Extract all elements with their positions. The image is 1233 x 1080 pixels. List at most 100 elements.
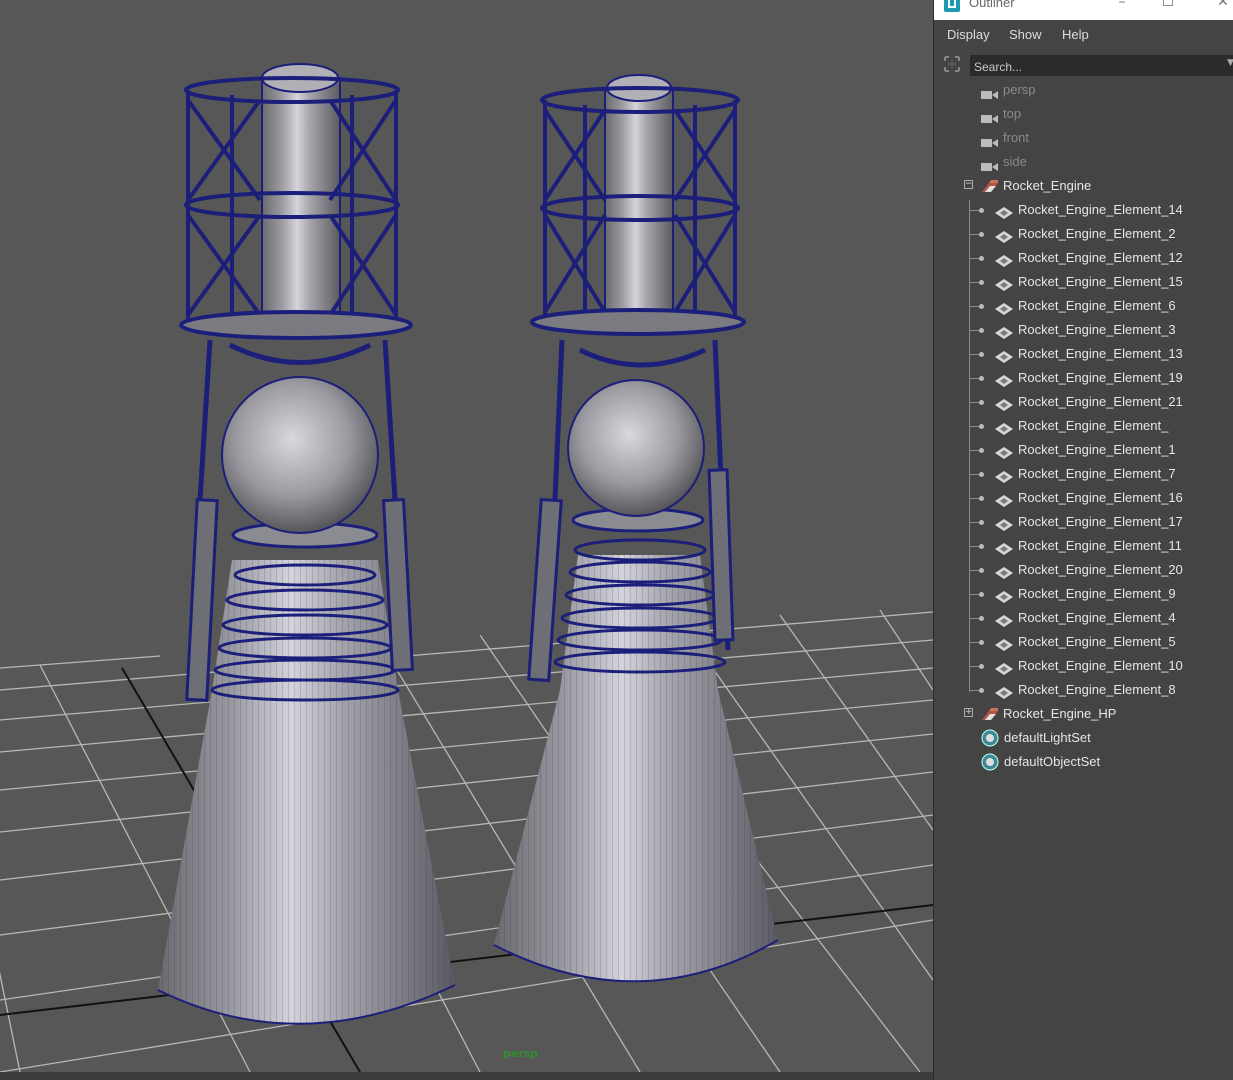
window-title: Outliner bbox=[969, 0, 1015, 10]
outliner-item-label: Rocket_Engine_Element_17 bbox=[1018, 514, 1183, 529]
search-row: ▼ bbox=[934, 50, 1233, 80]
tree-connector bbox=[969, 474, 979, 475]
viewport-scene[interactable] bbox=[0, 0, 933, 1080]
outliner-item-label: Rocket_Engine_Element_2 bbox=[1018, 226, 1176, 241]
node-dot-icon bbox=[979, 400, 984, 405]
outliner-item-mesh[interactable]: Rocket_Engine_Element_11 bbox=[934, 534, 1233, 558]
outliner-item-mesh[interactable]: Rocket_Engine_Element_7 bbox=[934, 462, 1233, 486]
menu-show[interactable]: Show bbox=[1009, 27, 1042, 42]
mesh-icon bbox=[995, 516, 1013, 531]
node-dot-icon bbox=[979, 688, 984, 693]
mesh-icon bbox=[995, 588, 1013, 603]
minimize-icon[interactable]: – bbox=[1112, 0, 1132, 14]
menu-help[interactable]: Help bbox=[1062, 27, 1089, 42]
outliner-item-mesh[interactable]: Rocket_Engine_Element_17 bbox=[934, 510, 1233, 534]
outliner-item-mesh[interactable]: Rocket_Engine_Element_16 bbox=[934, 486, 1233, 510]
tree-connector bbox=[969, 666, 979, 667]
outliner-item-mesh[interactable]: Rocket_Engine_Element_5 bbox=[934, 630, 1233, 654]
ground-grid bbox=[0, 609, 933, 1073]
outliner-item-mesh[interactable]: Rocket_Engine_Element_ bbox=[934, 414, 1233, 438]
tree-connector bbox=[969, 210, 979, 211]
object-set-icon bbox=[981, 729, 999, 747]
mesh-icon bbox=[995, 684, 1013, 699]
outliner-item-label: Rocket_Engine_Element_7 bbox=[1018, 466, 1176, 481]
outliner-panel: Outliner – ☐ ✕ Display Show Help ▼ persp… bbox=[933, 0, 1233, 1080]
outliner-item-mesh[interactable]: Rocket_Engine_Element_12 bbox=[934, 246, 1233, 270]
outliner-item-mesh[interactable]: Rocket_Engine_Element_8 bbox=[934, 678, 1233, 702]
outliner-item-camera-front[interactable]: front bbox=[934, 126, 1233, 150]
outliner-item-group-hp[interactable]: + Rocket_Engine_HP bbox=[934, 702, 1233, 726]
outliner-item-mesh[interactable]: Rocket_Engine_Element_3 bbox=[934, 318, 1233, 342]
outliner-item-set[interactable]: defaultLightSet bbox=[934, 726, 1233, 750]
tree-connector bbox=[969, 330, 979, 331]
outliner-item-label: defaultObjectSet bbox=[1004, 754, 1101, 769]
outliner-item-mesh[interactable]: Rocket_Engine_Element_6 bbox=[934, 294, 1233, 318]
tree-connector bbox=[969, 642, 979, 643]
mesh-icon bbox=[995, 348, 1013, 363]
filter-icon[interactable] bbox=[943, 55, 961, 73]
outliner-item-label: Rocket_Engine_Element_8 bbox=[1018, 682, 1176, 697]
mesh-icon bbox=[995, 420, 1013, 435]
outliner-item-mesh[interactable]: Rocket_Engine_Element_1 bbox=[934, 438, 1233, 462]
mesh-icon bbox=[995, 300, 1013, 315]
outliner-item-mesh[interactable]: Rocket_Engine_Element_21 bbox=[934, 390, 1233, 414]
rocket-engine-left bbox=[157, 63, 456, 1025]
outliner-item-label: Rocket_Engine_Element_10 bbox=[1018, 658, 1183, 673]
node-dot-icon bbox=[979, 352, 984, 357]
mesh-icon bbox=[995, 252, 1013, 267]
tree-connector bbox=[969, 282, 979, 283]
mesh-icon bbox=[995, 444, 1013, 459]
menu-bar: Display Show Help bbox=[934, 20, 1233, 50]
perspective-viewport[interactable]: persp bbox=[0, 0, 933, 1080]
outliner-item-mesh[interactable]: Rocket_Engine_Element_15 bbox=[934, 270, 1233, 294]
camera-label: persp bbox=[503, 1047, 539, 1060]
tree-connector bbox=[969, 522, 979, 523]
tree-connector bbox=[969, 690, 979, 691]
outliner-item-set[interactable]: defaultObjectSet bbox=[934, 750, 1233, 774]
outliner-item-mesh[interactable]: Rocket_Engine_Element_14 bbox=[934, 198, 1233, 222]
expand-icon[interactable]: + bbox=[964, 708, 973, 717]
outliner-item-mesh[interactable]: Rocket_Engine_Element_13 bbox=[934, 342, 1233, 366]
camera-icon bbox=[981, 85, 999, 99]
outliner-item-camera-persp[interactable]: persp bbox=[934, 78, 1233, 102]
outliner-item-mesh[interactable]: Rocket_Engine_Element_10 bbox=[934, 654, 1233, 678]
outliner-item-label: Rocket_Engine_Element_12 bbox=[1018, 250, 1183, 265]
outliner-item-camera-side[interactable]: side bbox=[934, 150, 1233, 174]
outliner-item-mesh[interactable]: Rocket_Engine_Element_19 bbox=[934, 366, 1233, 390]
tree-connector bbox=[969, 498, 979, 499]
tree-connector bbox=[969, 354, 979, 355]
node-dot-icon bbox=[979, 544, 984, 549]
outliner-item-label: side bbox=[1003, 154, 1027, 169]
mesh-icon bbox=[995, 372, 1013, 387]
tree-connector bbox=[969, 618, 979, 619]
node-dot-icon bbox=[979, 376, 984, 381]
tree-connector bbox=[969, 570, 979, 571]
outliner-item-mesh[interactable]: Rocket_Engine_Element_4 bbox=[934, 606, 1233, 630]
outliner-item-label: Rocket_Engine_Element_15 bbox=[1018, 274, 1183, 289]
mesh-icon bbox=[995, 660, 1013, 675]
outliner-item-mesh[interactable]: Rocket_Engine_Element_20 bbox=[934, 558, 1233, 582]
close-icon[interactable]: ✕ bbox=[1213, 0, 1233, 14]
node-dot-icon bbox=[979, 664, 984, 669]
outliner-item-label: defaultLightSet bbox=[1004, 730, 1091, 745]
outliner-item-mesh[interactable]: Rocket_Engine_Element_9 bbox=[934, 582, 1233, 606]
outliner-titlebar[interactable]: Outliner – ☐ ✕ bbox=[934, 0, 1233, 20]
outliner-item-mesh[interactable]: Rocket_Engine_Element_2 bbox=[934, 222, 1233, 246]
outliner-item-camera-top[interactable]: top bbox=[934, 102, 1233, 126]
maximize-icon[interactable]: ☐ bbox=[1158, 0, 1178, 14]
outliner-item-label: Rocket_Engine_Element_5 bbox=[1018, 634, 1176, 649]
node-dot-icon bbox=[979, 520, 984, 525]
outliner-item-group[interactable]: − Rocket_Engine bbox=[934, 174, 1233, 198]
mesh-icon bbox=[995, 540, 1013, 555]
node-dot-icon bbox=[979, 496, 984, 501]
outliner-item-label: Rocket_Engine_HP bbox=[1003, 706, 1117, 721]
search-dropdown-icon[interactable]: ▼ bbox=[1227, 58, 1233, 68]
rocket-engine-right bbox=[493, 74, 779, 983]
menu-display[interactable]: Display bbox=[947, 27, 990, 42]
outliner-item-label: Rocket_Engine_Element_3 bbox=[1018, 322, 1176, 337]
outliner-item-label: Rocket_Engine_Element_9 bbox=[1018, 586, 1176, 601]
node-dot-icon bbox=[979, 448, 984, 453]
collapse-icon[interactable]: − bbox=[964, 180, 973, 189]
outliner-item-label: Rocket_Engine_Element_21 bbox=[1018, 394, 1183, 409]
search-input[interactable] bbox=[970, 55, 1233, 76]
